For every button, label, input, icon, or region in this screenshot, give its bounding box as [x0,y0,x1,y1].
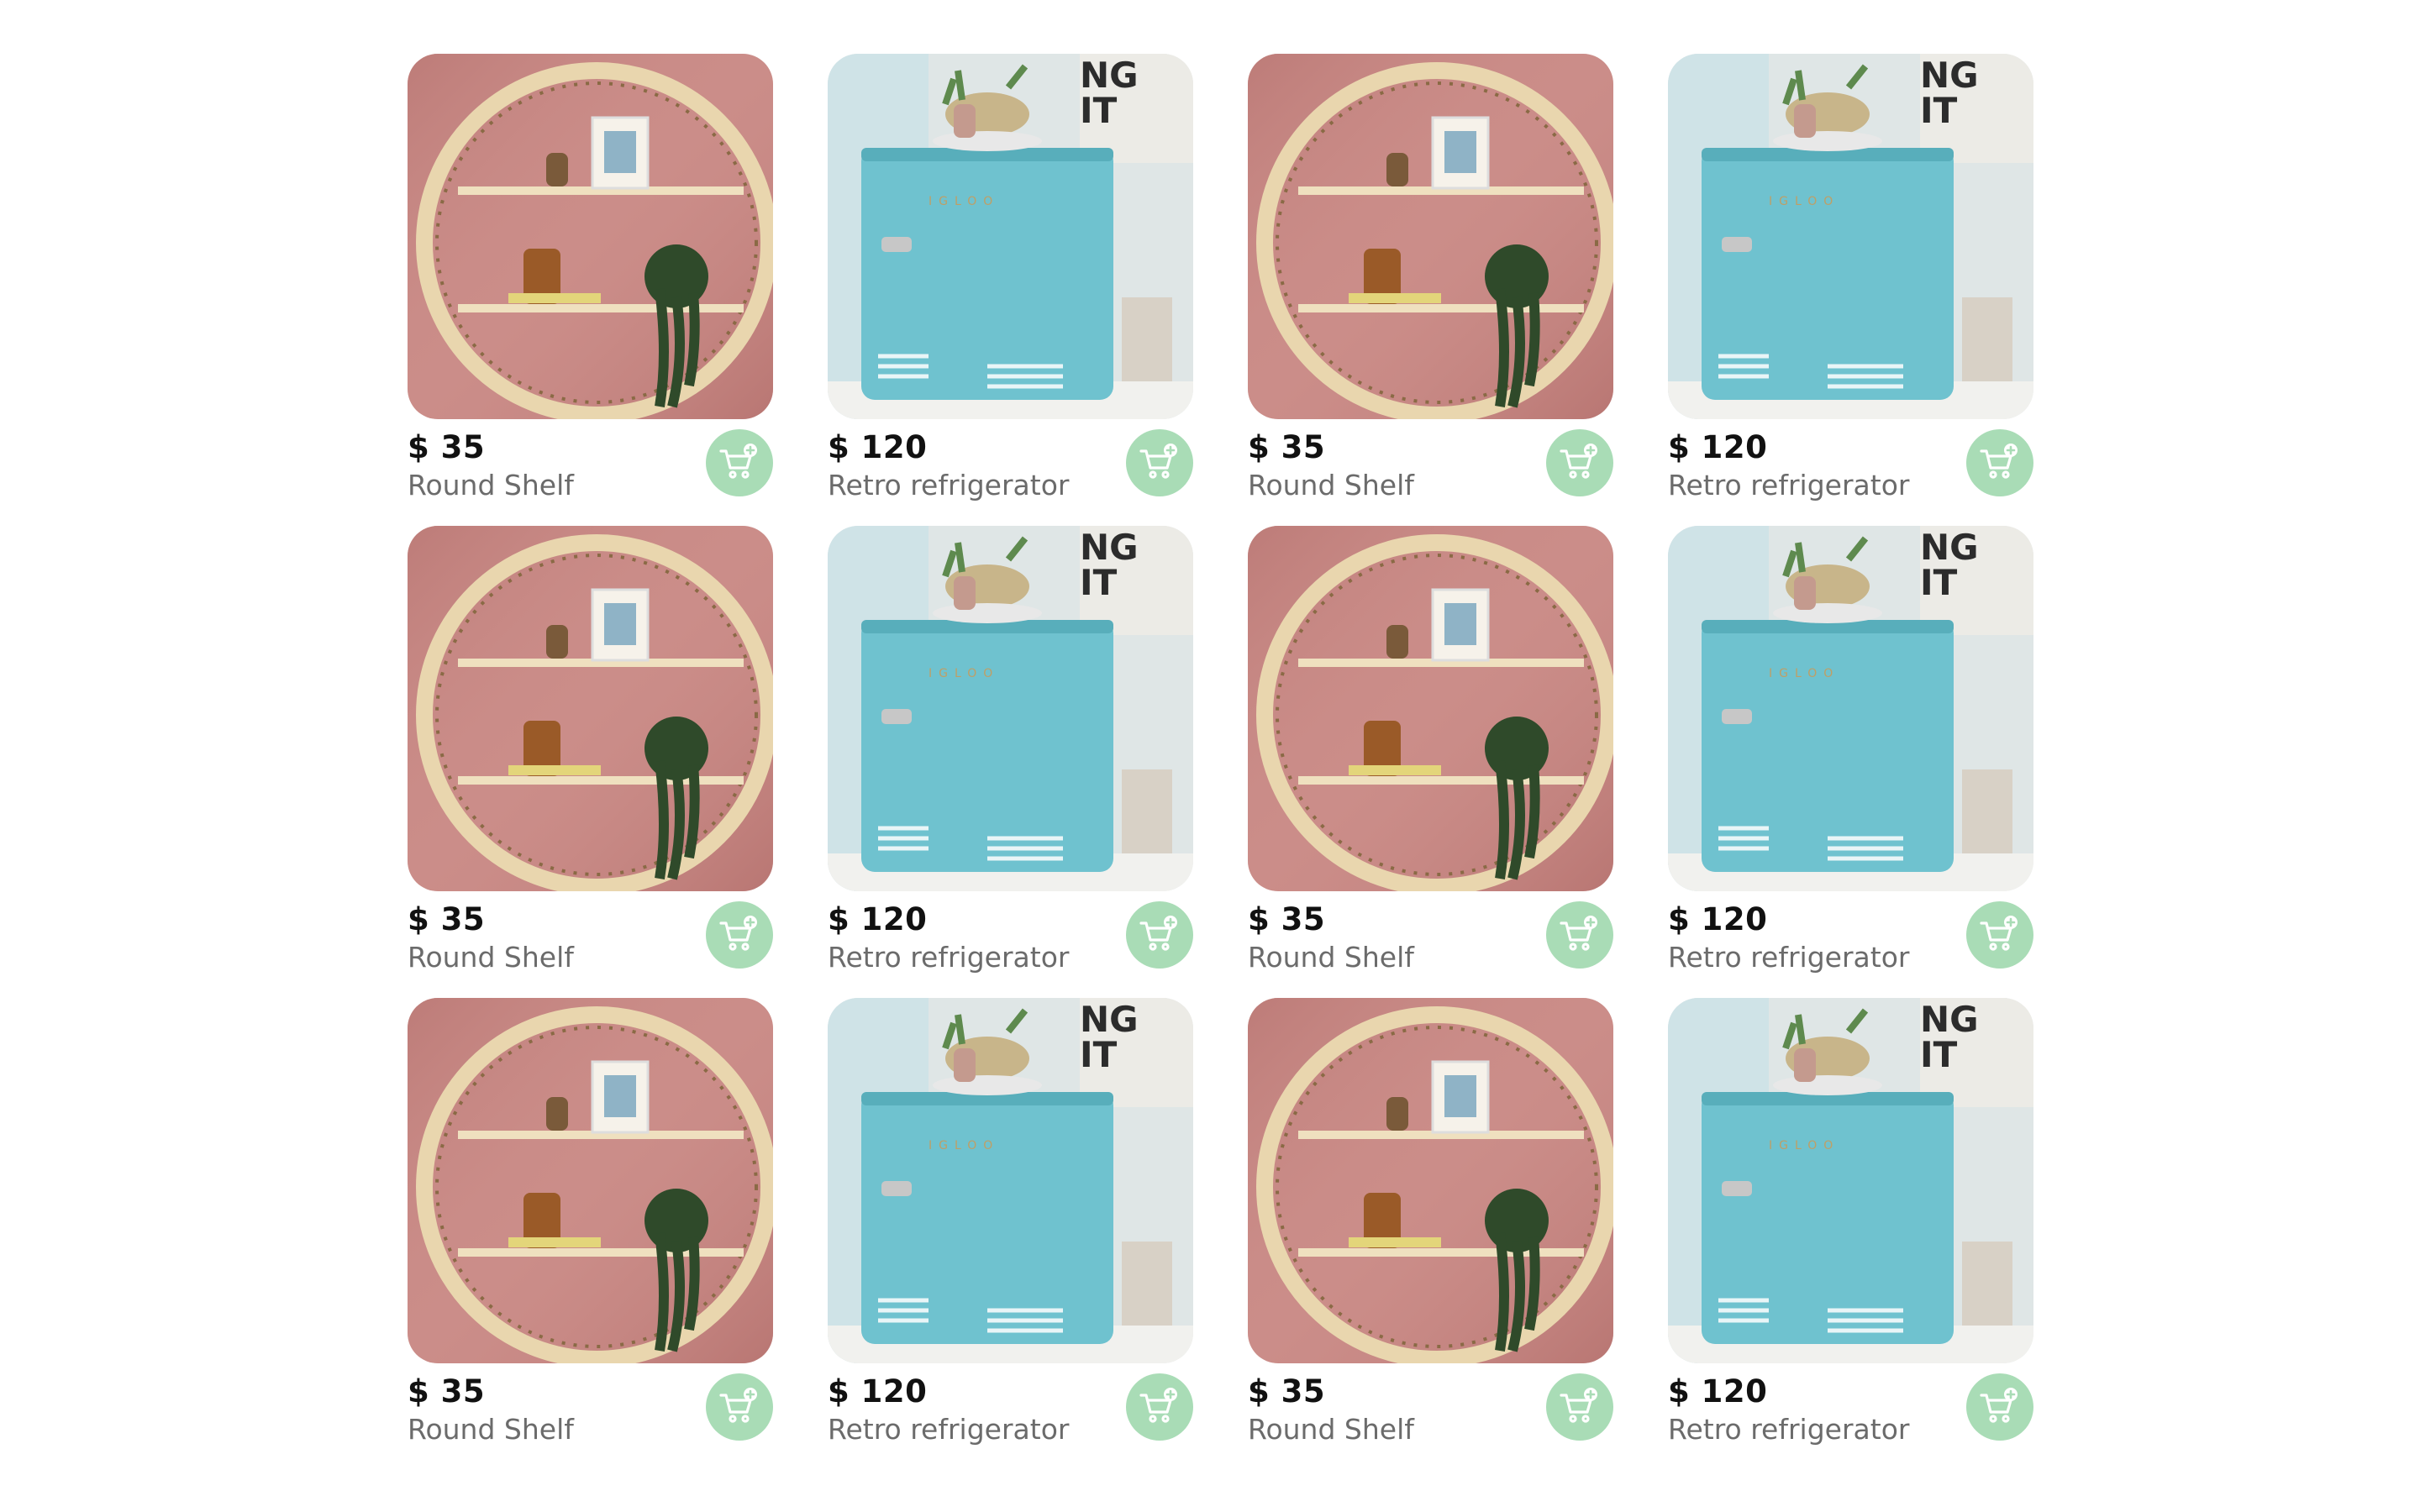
product-price: $ 120 [828,429,928,465]
product-price: $ 35 [1248,901,1326,937]
product-name[interactable]: Retro refrigerator [1668,469,1909,501]
product-card[interactable]: $ 35 Round Shelf [408,54,773,526]
add-to-cart-icon [1978,1385,2022,1429]
retro-refrigerator-image[interactable]: NG IT IGLOO [1668,998,2033,1363]
add-to-cart-icon [1558,1385,1602,1429]
add-to-cart-button[interactable] [706,901,773,969]
product-card[interactable]: $ 35 Round Shelf [408,526,773,998]
product-price: $ 35 [1248,1373,1326,1410]
add-to-cart-icon [718,1385,761,1429]
product-price: $ 35 [1248,429,1326,465]
retro-refrigerator-image[interactable]: NG IT IGLOO [828,54,1193,419]
retro-refrigerator-image[interactable]: NG IT IGLOO [1668,54,2033,419]
add-to-cart-icon [718,441,761,485]
add-to-cart-button[interactable] [1546,901,1613,969]
product-card[interactable]: NG IT IGLOO $ 120 Retro refrigerator [828,54,1193,526]
product-card[interactable]: NG IT IGLOO $ 120 Retro refrigerator [1668,54,2033,526]
round-shelf-image[interactable] [408,54,773,419]
svg-text:IT: IT [1920,562,1958,603]
add-to-cart-button[interactable] [1966,1373,2033,1441]
add-to-cart-icon [1558,913,1602,957]
product-card[interactable]: NG IT IGLOO $ 120 Retro refrigerator [828,526,1193,998]
add-to-cart-button[interactable] [706,1373,773,1441]
product-price: $ 120 [1668,429,1768,465]
round-shelf-image[interactable] [1248,54,1613,419]
round-shelf-image[interactable] [408,526,773,891]
product-name[interactable]: Retro refrigerator [1668,941,1909,974]
product-price: $ 120 [828,1373,928,1410]
round-shelf-image[interactable] [1248,526,1613,891]
product-card[interactable]: $ 35 Round Shelf [1248,526,1613,998]
product-card[interactable]: NG IT IGLOO $ 120 Retro refrigerator [1668,526,2033,998]
product-name[interactable]: Round Shelf [408,1413,574,1446]
add-to-cart-icon [1978,913,2022,957]
svg-text:IGLOO: IGLOO [1769,195,1839,208]
add-to-cart-icon [1138,913,1181,957]
add-to-cart-button[interactable] [706,429,773,496]
svg-text:IT: IT [1920,90,1958,131]
product-price: $ 35 [408,429,486,465]
retro-refrigerator-image[interactable]: NG IT IGLOO [1668,526,2033,891]
add-to-cart-icon [1978,441,2022,485]
add-to-cart-icon [1138,441,1181,485]
add-to-cart-button[interactable] [1126,429,1193,496]
product-card[interactable]: NG IT IGLOO $ 120 Retro refrigerator [828,998,1193,1470]
svg-text:IT: IT [1080,90,1118,131]
product-price: $ 120 [1668,1373,1768,1410]
product-price: $ 120 [1668,901,1768,937]
product-card[interactable]: $ 35 Round Shelf [1248,998,1613,1470]
svg-text:IGLOO: IGLOO [1769,1139,1839,1152]
add-to-cart-icon [718,913,761,957]
product-grid: $ 35 Round Shelf NG IT IGLOO $ 120 Retro r… [408,54,2033,1470]
add-to-cart-button[interactable] [1126,1373,1193,1441]
product-card[interactable]: $ 35 Round Shelf [408,998,773,1470]
product-card[interactable]: $ 35 Round Shelf [1248,54,1613,526]
product-name[interactable]: Round Shelf [1248,1413,1414,1446]
round-shelf-image[interactable] [1248,998,1613,1363]
add-to-cart-button[interactable] [1546,1373,1613,1441]
svg-text:IT: IT [1080,1034,1118,1075]
add-to-cart-button[interactable] [1126,901,1193,969]
product-price: $ 35 [408,901,486,937]
svg-text:IGLOO: IGLOO [929,195,999,208]
add-to-cart-button[interactable] [1546,429,1613,496]
product-name[interactable]: Retro refrigerator [828,1413,1069,1446]
add-to-cart-icon [1558,441,1602,485]
svg-text:IGLOO: IGLOO [1769,667,1839,680]
svg-text:IGLOO: IGLOO [929,1139,999,1152]
round-shelf-image[interactable] [408,998,773,1363]
retro-refrigerator-image[interactable]: NG IT IGLOO [828,526,1193,891]
svg-text:IT: IT [1080,562,1118,603]
add-to-cart-button[interactable] [1966,901,2033,969]
retro-refrigerator-image[interactable]: NG IT IGLOO [828,998,1193,1363]
product-price: $ 35 [408,1373,486,1410]
product-name[interactable]: Round Shelf [1248,469,1414,501]
svg-text:IT: IT [1920,1034,1958,1075]
add-to-cart-button[interactable] [1966,429,2033,496]
product-card[interactable]: NG IT IGLOO $ 120 Retro refrigerator [1668,998,2033,1470]
product-name[interactable]: Retro refrigerator [828,941,1069,974]
product-name[interactable]: Round Shelf [1248,941,1414,974]
product-name[interactable]: Retro refrigerator [828,469,1069,501]
product-name[interactable]: Round Shelf [408,469,574,501]
product-price: $ 120 [828,901,928,937]
add-to-cart-icon [1138,1385,1181,1429]
svg-text:IGLOO: IGLOO [929,667,999,680]
product-name[interactable]: Retro refrigerator [1668,1413,1909,1446]
product-name[interactable]: Round Shelf [408,941,574,974]
